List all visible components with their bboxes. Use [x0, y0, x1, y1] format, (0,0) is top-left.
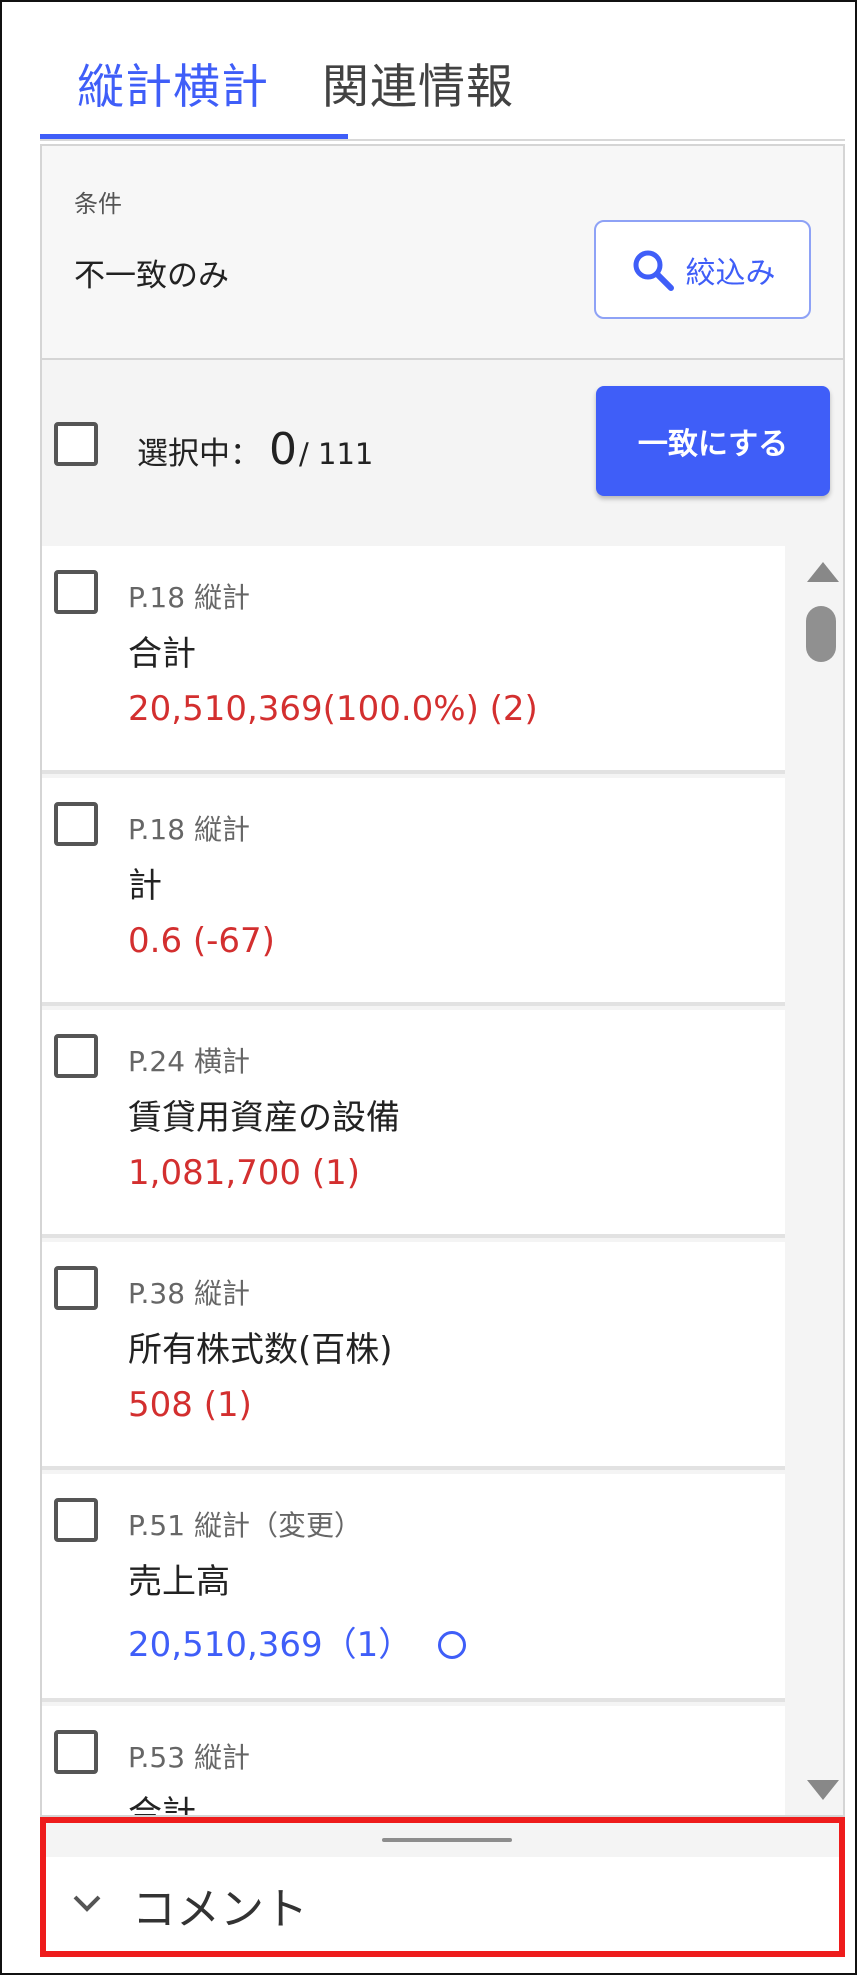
item-name: 合計	[128, 634, 196, 674]
item-location: P.53 縦計	[128, 1741, 250, 1774]
selection-status: 選択中： 0/ 111	[137, 424, 373, 475]
item-name: 売上高	[128, 1562, 230, 1602]
tab-divider	[40, 139, 845, 141]
condition-value: 不一致のみ	[74, 258, 229, 294]
selection-label: 選択中：	[137, 436, 261, 472]
item-value-text: 20,510,369（1）	[128, 1625, 413, 1665]
condition-label: 条件	[74, 190, 122, 218]
tab-vertical-horizontal-total[interactable]: 縦計横計	[77, 48, 269, 117]
tab-related-info[interactable]: 関連情報	[322, 48, 514, 117]
item-location: P.51 縦計（変更）	[128, 1509, 362, 1542]
item-location: P.24 横計	[128, 1045, 250, 1078]
tab-bar: 縦計横計 関連情報	[40, 0, 844, 142]
comment-toggle[interactable]: コメント	[46, 1857, 839, 1951]
comment-label: コメント	[132, 1884, 308, 1935]
selection-bar: 選択中： 0/ 111 一致にする	[42, 360, 843, 510]
item-value: 1,081,700 (1)	[128, 1153, 361, 1193]
filter-button-label: 絞込み	[685, 255, 776, 291]
item-name: 賃貸用資産の設備	[128, 1098, 400, 1138]
search-icon	[633, 250, 674, 291]
item-value: 20,510,369(100.0%) (2)	[128, 689, 538, 729]
item-value: 20,510,369（1）	[128, 1617, 467, 1666]
check-panel: 条件 不一致のみ 絞込み 選択中： 0/ 111 一致にする P.18 縦計 合計…	[40, 144, 845, 1817]
scroll-down-arrow-icon[interactable]	[807, 1780, 839, 1800]
item-location: P.18 縦計	[128, 581, 250, 614]
item-name: 所有株式数(百株)	[128, 1330, 393, 1370]
item-checkbox[interactable]	[54, 1266, 98, 1310]
scroll-up-arrow-icon[interactable]	[807, 562, 839, 582]
item-name: 計	[128, 866, 162, 906]
chevron-down-icon	[73, 1895, 101, 1912]
item-checkbox[interactable]	[54, 570, 98, 614]
check-item-list: P.18 縦計 合計 20,510,369(100.0%) (2) P.18 縦…	[42, 546, 785, 1817]
selection-count: 0	[269, 424, 297, 475]
comment-panel: コメント	[40, 1817, 845, 1957]
item-checkbox[interactable]	[54, 1498, 98, 1542]
filter-button[interactable]: 絞込み	[594, 220, 811, 319]
list-scrollbar[interactable]	[801, 546, 841, 1815]
item-location: P.38 縦計	[128, 1277, 250, 1310]
item-value: 0.6 (-67)	[128, 921, 275, 961]
list-item[interactable]: P.51 縦計（変更） 売上高 20,510,369（1）	[42, 1474, 785, 1702]
circle-ok-icon	[438, 1631, 467, 1659]
mark-as-match-button[interactable]: 一致にする	[596, 386, 830, 496]
scroll-thumb[interactable]	[806, 606, 836, 662]
list-item[interactable]: P.38 縦計 所有株式数(百株) 508 (1)	[42, 1242, 785, 1470]
selection-total: / 111	[299, 437, 374, 471]
item-location: P.18 縦計	[128, 813, 250, 846]
select-all-checkbox[interactable]	[54, 422, 98, 466]
item-checkbox[interactable]	[54, 1034, 98, 1078]
resize-drag-handle[interactable]	[382, 1838, 512, 1842]
list-item[interactable]: P.53 縦計 合計	[42, 1706, 785, 1817]
item-name: 合計	[128, 1794, 196, 1817]
filter-section: 条件 不一致のみ 絞込み	[42, 146, 843, 360]
item-value: 508 (1)	[128, 1385, 252, 1425]
item-checkbox[interactable]	[54, 1730, 98, 1774]
list-item[interactable]: P.18 縦計 計 0.6 (-67)	[42, 778, 785, 1006]
item-checkbox[interactable]	[54, 802, 98, 846]
list-item[interactable]: P.24 横計 賃貸用資産の設備 1,081,700 (1)	[42, 1010, 785, 1238]
list-item[interactable]: P.18 縦計 合計 20,510,369(100.0%) (2)	[42, 546, 785, 774]
